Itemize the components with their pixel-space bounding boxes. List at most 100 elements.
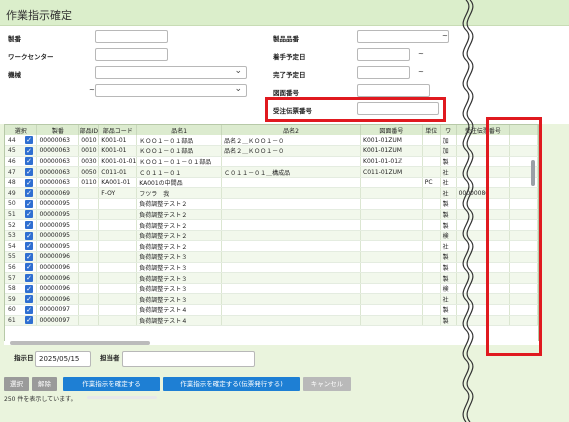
cell-part-code [98,315,138,327]
col-header-select[interactable]: 選択 [5,125,38,135]
cell-seiban: 00000069 [36,187,80,200]
row-checkbox[interactable]: ✓ [25,252,33,261]
row-checkbox[interactable]: ✓ [25,305,33,314]
cell-part-id [78,230,100,242]
cell-select[interactable]: 45 ✓ [5,145,38,157]
end-date-input[interactable] [357,66,410,79]
col-header-part-id[interactable]: 部品ID [78,125,100,135]
col-header-seiban[interactable]: 製番 [36,125,80,135]
cell-part-id [78,293,100,305]
cell-select[interactable]: 55 ✓ [5,251,38,263]
cell-select[interactable]: 60 ✓ [5,304,38,316]
row-checkbox[interactable]: ✓ [25,316,33,325]
cell-select[interactable]: 53 ✓ [5,230,38,242]
col-header-name1[interactable]: 品名1 [136,125,223,135]
row-checkbox[interactable]: ✓ [25,242,33,251]
cell-select[interactable]: 59 ✓ [5,293,38,305]
row-checkbox[interactable]: ✓ [25,210,33,219]
select-button[interactable]: 選択 [4,377,29,391]
cell-unit [422,315,441,327]
row-checkbox[interactable]: ✓ [25,189,33,198]
col-header-part-code[interactable]: 部品コード [98,125,138,135]
cell-seiban: 00000063 [36,166,80,178]
cell-select[interactable]: 50 ✓ [5,198,38,210]
row-number: 57 [8,274,16,282]
cell-select[interactable]: 46 ✓ [5,156,38,168]
cell-part-id [78,283,100,295]
row-checkbox[interactable]: ✓ [25,199,33,208]
cell-name1: 負荷調整テスト２ [136,219,223,231]
row-checkbox[interactable]: ✓ [25,157,33,166]
cell-seiban: 00000096 [36,251,80,263]
row-checkbox[interactable]: ✓ [25,146,33,155]
cell-part-id [78,262,100,274]
cell-drawing-no [360,293,423,305]
row-number: 45 [8,147,16,155]
cell-select[interactable]: 48 ✓ [5,177,38,189]
cell-name1: 負荷調整テスト４ [136,315,223,327]
cell-seiban: 00000095 [36,230,80,242]
row-checkbox[interactable]: ✓ [25,274,33,283]
cell-unit [422,166,441,178]
cell-drawing-no [360,240,423,253]
row-number: 54 [8,242,16,250]
row-checkbox[interactable]: ✓ [25,221,33,230]
row-checkbox[interactable]: ✓ [25,263,33,272]
cell-part-id [78,219,100,231]
start-date-input[interactable] [357,48,410,61]
confirm-and-issue-button[interactable]: 作業指示を確定する(伝票発行する) [163,377,300,391]
row-checkbox[interactable]: ✓ [25,284,33,293]
confirm-work-order-button[interactable]: 作業指示を確定する [63,377,160,391]
cell-select[interactable]: 58 ✓ [5,283,38,295]
cell-part-id [78,315,100,327]
instruction-date-input[interactable]: 2025/05/15 [35,351,91,367]
product-code-input[interactable] [357,30,449,43]
cell-part-id [78,198,100,210]
cell-select[interactable]: 44 ✓ [5,135,38,147]
cell-select[interactable]: 61 ✓ [5,315,38,327]
row-checkbox[interactable]: ✓ [25,295,33,304]
drawing-no-input[interactable] [357,84,430,97]
seiban-input[interactable] [95,30,168,43]
row-number: 47 [8,168,16,176]
cell-drawing-no [360,187,423,200]
machine-range-tilde: ~ [89,86,95,94]
cell-select[interactable]: 52 ✓ [5,219,38,231]
cell-name1: 負荷調整テスト２ [136,209,223,221]
row-checkbox[interactable]: ✓ [25,136,33,145]
cell-part-id [78,240,100,253]
cancel-button[interactable]: キャンセル [303,377,351,391]
work-center-input[interactable] [95,48,168,61]
machine-select-to[interactable] [95,84,247,97]
cell-select[interactable]: 54 ✓ [5,240,38,253]
cell-part-code [98,219,138,231]
cell-select[interactable]: 49 ✓ [5,187,38,200]
cell-part-code [98,209,138,221]
cell-select[interactable]: 56 ✓ [5,262,38,274]
col-header-name2[interactable]: 品名2 [221,125,362,135]
cell-drawing-no [360,219,423,231]
row-checkbox[interactable]: ✓ [25,231,33,240]
cell-part-code [98,230,138,242]
col-header-drawing[interactable]: 図面番号 [360,125,423,135]
row-checkbox[interactable]: ✓ [25,178,33,187]
cell-name2 [221,262,362,274]
cell-part-code [98,304,138,316]
cell-select[interactable]: 57 ✓ [5,272,38,284]
cell-drawing-no [360,304,423,316]
cell-name2 [221,177,362,189]
machine-select[interactable] [95,66,247,79]
cell-name1: ＫＯＯ１－０１部品 [136,135,223,147]
cell-part-id [78,272,100,284]
person-input[interactable] [122,351,255,367]
horizontal-scrollbar-thumb[interactable] [10,341,150,345]
cell-name2 [221,293,362,305]
col-header-unit[interactable]: 単位 [422,125,441,135]
deselect-button[interactable]: 解除 [32,377,57,391]
cell-select[interactable]: 47 ✓ [5,166,38,178]
cell-part-code: K001-01 [98,135,138,147]
row-checkbox[interactable]: ✓ [25,168,33,177]
cell-name2 [221,240,362,253]
cell-select[interactable]: 51 ✓ [5,209,38,221]
cell-name1: Ｃ０１１－０１ [136,166,223,178]
